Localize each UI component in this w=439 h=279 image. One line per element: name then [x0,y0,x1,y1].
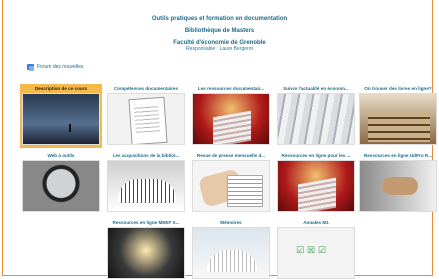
forum-label: Forum des nouvelles [37,64,84,70]
tile-ressources-en-ligne[interactable]: Ressources en ligne pour les ... [275,151,357,212]
tile-thumbnail [22,93,100,145]
header-library: Bibliothèque de Masters [184,28,255,34]
header-title: Outils pratiques et formation en documen… [151,16,288,22]
tile-label: Ressources en ligne UdPro R... [363,153,433,158]
tile-livres-en-ligne[interactable]: Où trouver des livres en ligne? [358,84,438,145]
tile-label: Suivre l'actualité en économ... [283,86,349,91]
course-header: Outils pratiques et formation en documen… [0,13,439,52]
tile-label: Mémoires [220,220,242,225]
tile-competences[interactable]: Compétences documentaires [105,84,187,145]
tile-thumbnail [277,93,355,145]
tile-label: Description de ce cours [34,86,88,91]
tile-thumbnail [107,93,185,145]
tile-thumbnail [192,93,270,145]
tile-label: Revue de presse mensuelle d... [196,153,266,158]
tile-revue-presse[interactable]: Revue de presse mensuelle d... [190,151,272,212]
tile-thumbnail [359,93,437,145]
tile-label: Ressources en ligne MEEF S... [112,220,180,225]
tile-annales-m1[interactable]: Annales M1 [275,218,357,279]
tile-memoires[interactable]: Mémoires [190,218,272,279]
tile-thumbnail [192,160,270,212]
tile-acquisitions[interactable]: Les acquisitions de la bibliot... [105,151,187,212]
tile-ressources-meef[interactable]: Ressources en ligne MEEF S... [105,218,187,279]
tile-label: Ressources en ligne pour les ... [281,153,351,158]
tile-label: Les acquisitions de la bibliot... [112,153,180,158]
tile-web-outils[interactable]: Web à outils [20,151,102,212]
tile-label: Les ressources documentair... [197,86,265,91]
tile-label: Compétences documentaires [113,86,179,91]
tile-ressources-udpro[interactable]: Ressources en ligne UdPro R... [358,151,438,212]
header-responsible: Responsable : Laure Bergerot [186,46,253,52]
tile-thumbnail [192,227,270,279]
tile-thumbnail [107,160,185,212]
tile-thumbnail [359,160,437,212]
tile-label: Annales M1 [303,220,329,225]
forum-icon [27,64,34,71]
tile-description[interactable]: Description de ce cours [20,84,102,148]
tile-ressources-documentaires[interactable]: Les ressources documentair... [190,84,272,145]
tile-actualite[interactable]: Suivre l'actualité en économ... [275,84,357,145]
tile-thumbnail [277,160,355,212]
forum-link[interactable]: Forum des nouvelles [27,64,84,71]
tile-label: Web à outils [47,153,75,158]
tile-thumbnail [107,227,185,279]
tile-thumbnail [277,227,355,279]
tile-thumbnail [22,160,100,212]
tile-label: Où trouver des livres en ligne? [364,86,432,91]
